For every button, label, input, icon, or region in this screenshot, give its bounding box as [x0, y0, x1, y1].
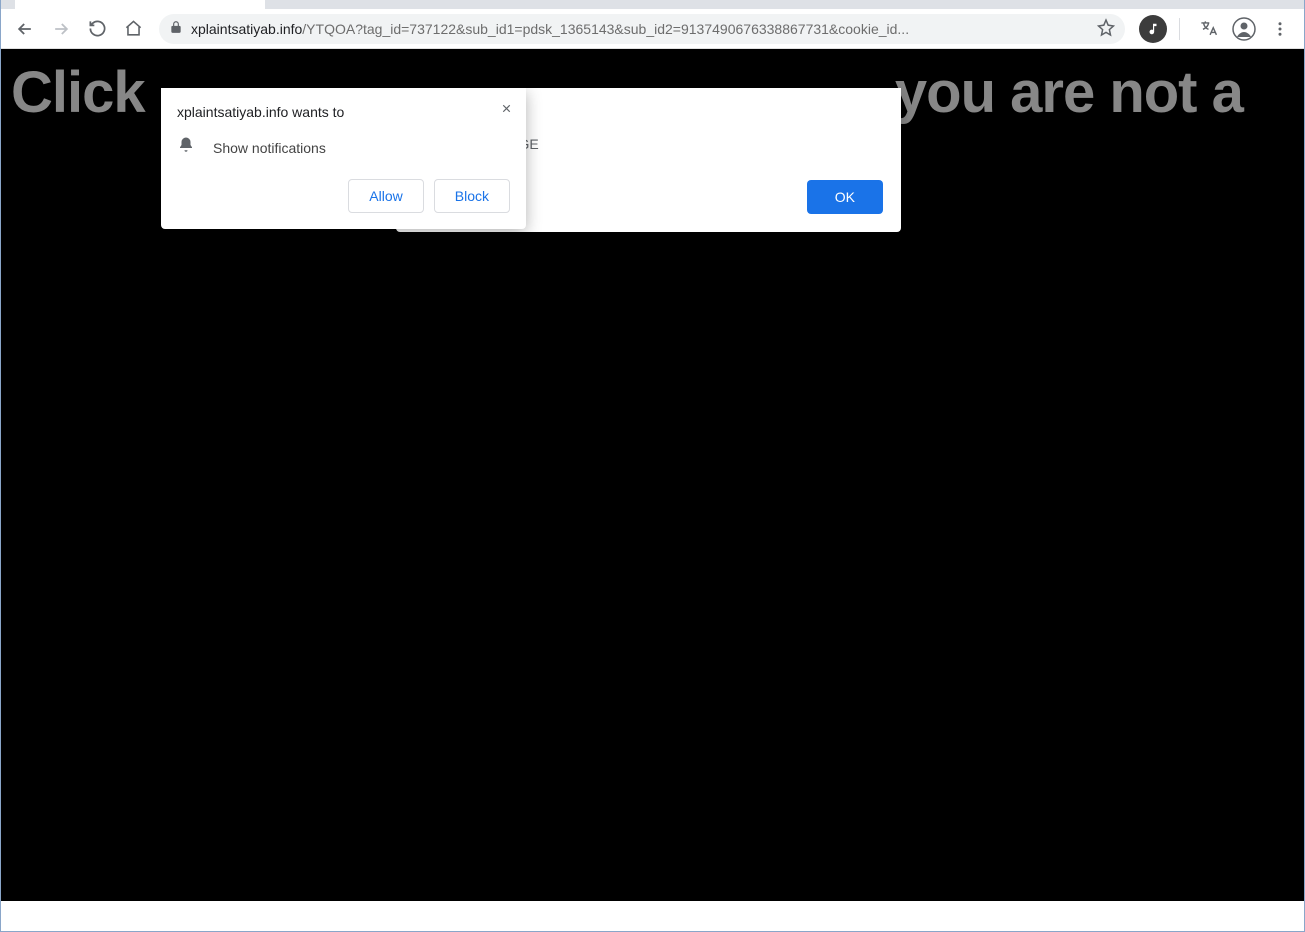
notification-origin-label: xplaintsatiyab.info wants to	[177, 104, 510, 120]
notification-permission-dialog: xplaintsatiyab.info wants to Show notifi…	[161, 88, 526, 229]
extension-music-icon[interactable]	[1139, 15, 1167, 43]
notification-allow-button[interactable]: Allow	[348, 179, 423, 213]
close-tab-button[interactable]	[237, 0, 255, 1]
notification-permission-text: Show notifications	[213, 140, 326, 156]
window-minimize-button[interactable]	[1166, 0, 1212, 6]
notification-close-button[interactable]	[496, 98, 516, 118]
forward-button[interactable]	[45, 13, 77, 45]
window-maximize-button[interactable]	[1212, 0, 1258, 6]
url-text: xplaintsatiyab.info/YTQOA?tag_id=737122&…	[191, 21, 909, 37]
lock-icon	[169, 20, 183, 37]
window-close-button[interactable]	[1258, 0, 1304, 6]
address-bar[interactable]: xplaintsatiyab.info/YTQOA?tag_id=737122&…	[159, 14, 1125, 44]
browser-menu-button[interactable]	[1264, 13, 1296, 45]
globe-icon	[25, 0, 41, 3]
bell-icon	[177, 136, 195, 159]
notification-block-button[interactable]: Block	[434, 179, 510, 213]
translate-icon[interactable]	[1192, 13, 1224, 45]
alert-ok-button[interactable]: OK	[807, 180, 883, 214]
reload-button[interactable]	[81, 13, 113, 45]
browser-tabstrip: Confirm Notifications	[1, 0, 1304, 9]
browser-tab-active[interactable]: Confirm Notifications	[15, 0, 265, 9]
home-button[interactable]	[117, 13, 149, 45]
browser-toolbar: xplaintsatiyab.info/YTQOA?tag_id=737122&…	[1, 9, 1304, 49]
back-button[interactable]	[9, 13, 41, 45]
new-tab-button[interactable]	[275, 0, 303, 6]
profile-avatar-icon[interactable]	[1228, 13, 1260, 45]
bookmark-star-icon[interactable]	[1091, 18, 1115, 39]
toolbar-separator	[1179, 18, 1180, 40]
